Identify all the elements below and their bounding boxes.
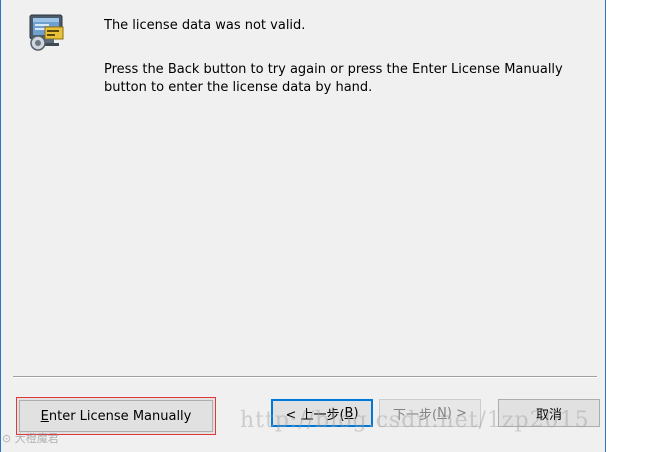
next-label-suffix: ) >	[446, 405, 467, 421]
cancel-button[interactable]: 取消	[498, 399, 600, 427]
error-message-instructions: Press the Back button to try again or pr…	[104, 62, 563, 95]
next-mnemonic: N	[437, 405, 447, 421]
license-dialog: The license data was not valid. Press th…	[0, 0, 606, 452]
footer-separator	[13, 376, 597, 378]
background-strip	[606, 0, 648, 452]
enter-license-manually-button[interactable]: Enter License Manually	[16, 397, 216, 435]
enter-license-mnemonic: E	[40, 408, 49, 424]
next-label-prefix: 下一步(	[393, 407, 438, 423]
back-label-prefix: < 上一步(	[285, 407, 345, 423]
back-button[interactable]: < 上一步(B)	[271, 399, 373, 427]
next-button[interactable]: 下一步(N) >	[379, 399, 481, 427]
error-message-title: The license data was not valid.	[104, 18, 306, 33]
enter-license-label: nter License Manually	[48, 408, 192, 424]
license-key-computer-icon	[27, 13, 67, 53]
back-label-suffix: )	[353, 405, 359, 421]
back-mnemonic: B	[344, 405, 354, 421]
